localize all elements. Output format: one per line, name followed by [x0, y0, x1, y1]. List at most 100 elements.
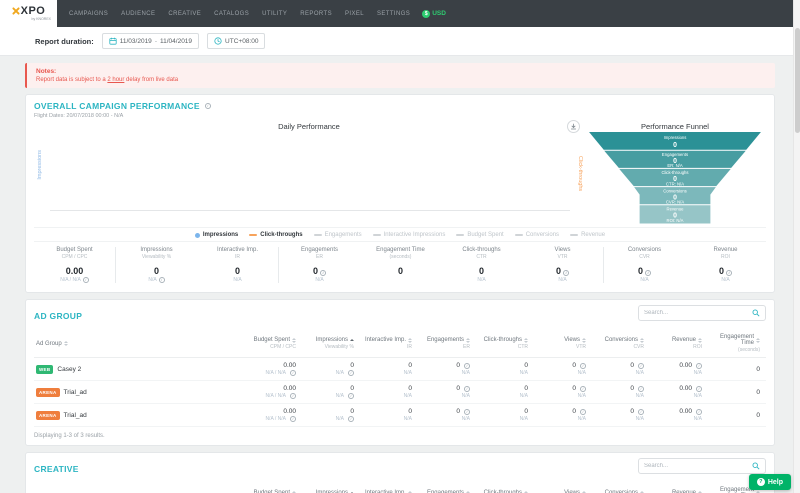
legend-label: Click-throughs [260, 232, 303, 238]
legend-item-click-throughs[interactable]: Click-throughs [249, 232, 303, 238]
ad-group-search-input[interactable] [644, 310, 748, 316]
nav-item-reports[interactable]: REPORTS [300, 11, 332, 17]
summary-sublabel: (seconds) [389, 254, 412, 260]
info-icon[interactable]: i [638, 362, 644, 369]
legend-item-conversions[interactable]: Conversions [514, 232, 559, 238]
info-icon[interactable]: i [580, 362, 586, 369]
summary-sublabel: CPM / CPC [61, 254, 88, 260]
column-header-engagement-time[interactable]: Engagement Time(seconds) [708, 334, 766, 353]
funnel-segment-impressions[interactable]: Impressions 0 [589, 132, 761, 150]
funnel-segment-click-throughs[interactable]: Click-throughs0CTR: N/A [619, 168, 731, 186]
table-row[interactable]: ARENA Trial_ad 0.00 N/A / N/A i 0 N/A i 0 N/A 0 i N/… [34, 381, 766, 404]
ad-group-search[interactable] [638, 305, 766, 321]
column-header-interactive-imp[interactable]: Interactive Imp.IR [360, 337, 418, 350]
creative-search-input[interactable] [644, 463, 748, 469]
info-icon[interactable]: i [348, 416, 354, 422]
info-icon[interactable]: i [320, 270, 326, 276]
summary-metric-engagement-time: Engagement Time (seconds) 0 [360, 247, 441, 283]
info-icon[interactable]: i [580, 385, 586, 392]
info-icon[interactable]: i [696, 385, 702, 392]
column-header-click-throughs[interactable]: Click-throughsCTR [476, 337, 534, 350]
legend-item-interactive-impressions[interactable]: Interactive Impressions [372, 232, 445, 238]
info-icon[interactable]: i [204, 103, 211, 109]
sort-icon[interactable] [63, 341, 68, 346]
sort-icon[interactable] [350, 339, 354, 341]
column-header-revenue[interactable]: RevenueROI [650, 337, 708, 350]
channel-badge-arena: ARENA [36, 410, 60, 420]
info-icon[interactable]: i [696, 408, 702, 415]
info-icon[interactable]: i [158, 277, 165, 283]
cell-note: N/A i [302, 370, 354, 376]
column-header-ad-group[interactable]: Ad Group [34, 341, 244, 347]
info-icon[interactable]: i [580, 408, 586, 415]
sort-icon[interactable] [408, 337, 412, 343]
summary-metric-views: Views VTR 0 i N/A [522, 247, 603, 283]
info-icon[interactable]: i [290, 370, 296, 376]
info-icon[interactable]: i [464, 362, 470, 369]
info-icon[interactable]: i [82, 277, 89, 283]
info-icon[interactable]: i [348, 370, 354, 376]
column-header-views[interactable]: ViewsVTR [534, 337, 592, 350]
nav-item-utility[interactable]: UTILITY [262, 11, 287, 17]
date-range-picker[interactable]: 11/03/2019 - 11/04/2019 [101, 33, 200, 49]
info-icon[interactable]: i [726, 270, 732, 276]
brand-logo[interactable]: XPO by KNOREX [0, 0, 57, 27]
funnel-segment-revenue[interactable]: Revenue0ROI: N/A [639, 205, 711, 224]
nav-item-catalogs[interactable]: CATALOGS [214, 11, 249, 17]
cell-engagement-time: 0 [708, 389, 766, 396]
legend-item-revenue[interactable]: Revenue [570, 232, 605, 238]
column-label-wrap: Ad Group [36, 341, 238, 347]
summary-label: Click-throughs [462, 247, 501, 253]
help-button[interactable]: ? Help [748, 474, 791, 490]
sort-icon[interactable] [524, 337, 528, 343]
funnel-segment-conversions[interactable]: Conversions0CVR: N/A [634, 187, 716, 205]
info-icon[interactable]: i [563, 270, 569, 276]
scrollbar[interactable] [793, 0, 800, 493]
table-row[interactable]: ARENA Trial_ad 0.00 N/A / N/A i 0 N/A i 0 N/A 0 i N/… [34, 404, 766, 427]
chart-export-button[interactable] [567, 120, 580, 133]
legend-item-impressions[interactable]: Impressions [194, 232, 238, 238]
currency-indicator[interactable]: $ USD [422, 0, 446, 27]
cell-note-text: N/A [461, 393, 470, 399]
info-icon[interactable]: i [645, 270, 651, 276]
notes-delay-link[interactable]: 2 hour [107, 77, 124, 83]
sort-down-icon [756, 340, 760, 343]
sort-up-icon [524, 337, 528, 340]
cell-value-text: 0.00 [283, 385, 296, 392]
info-icon[interactable]: i [290, 393, 296, 399]
info-icon[interactable]: i [290, 416, 296, 422]
sort-icon[interactable] [466, 337, 470, 343]
column-header-conversions[interactable]: ConversionsCVR [592, 337, 650, 350]
info-icon[interactable]: i [464, 385, 470, 392]
nav-item-creative[interactable]: CREATIVE [168, 11, 201, 17]
nav-item-campaigns[interactable]: CAMPAIGNS [69, 11, 108, 17]
table-row[interactable]: WEB Casey 2 0.00 N/A / N/A i 0 N/A i 0 N/A 0 i N/A 0 N… [34, 358, 766, 381]
info-icon[interactable]: i [464, 408, 470, 415]
timezone-picker[interactable]: UTC+08:00 [207, 33, 266, 49]
info-icon[interactable]: i [348, 393, 354, 399]
creative-search[interactable] [638, 458, 766, 474]
sort-up-icon [466, 337, 470, 340]
cell-value-text: 0 [630, 362, 634, 369]
nav-item-settings[interactable]: SETTINGS [377, 11, 410, 17]
sort-icon[interactable] [292, 337, 296, 343]
info-icon[interactable]: i [696, 362, 702, 369]
nav-item-pixel[interactable]: PIXEL [345, 11, 364, 17]
legend-item-engagements[interactable]: Engagements [313, 232, 362, 238]
sort-icon[interactable] [756, 337, 760, 343]
cell-engagements: 0 i N/A [418, 385, 476, 399]
legend-item-budget-spent[interactable]: Budget Spent [456, 232, 504, 238]
column-header-engagements[interactable]: EngagementsER [418, 337, 476, 350]
funnel-segment-sub: CVR: N/A [666, 200, 685, 205]
summary-value-text: 0 [718, 266, 724, 276]
funnel-segment-engagements[interactable]: Engagements0ER: N/A [604, 150, 746, 168]
sort-icon[interactable] [582, 337, 586, 343]
sort-icon[interactable] [640, 337, 644, 343]
nav-item-audience[interactable]: AUDIENCE [121, 11, 155, 17]
scrollbar-thumb[interactable] [795, 28, 800, 133]
column-header-impressions[interactable]: ImpressionsViewability % [302, 337, 360, 350]
column-header-budget-spent[interactable]: Budget SpentCPM / CPC [244, 337, 302, 350]
sort-icon[interactable] [698, 337, 702, 343]
info-icon[interactable]: i [638, 408, 644, 415]
info-icon[interactable]: i [638, 385, 644, 392]
